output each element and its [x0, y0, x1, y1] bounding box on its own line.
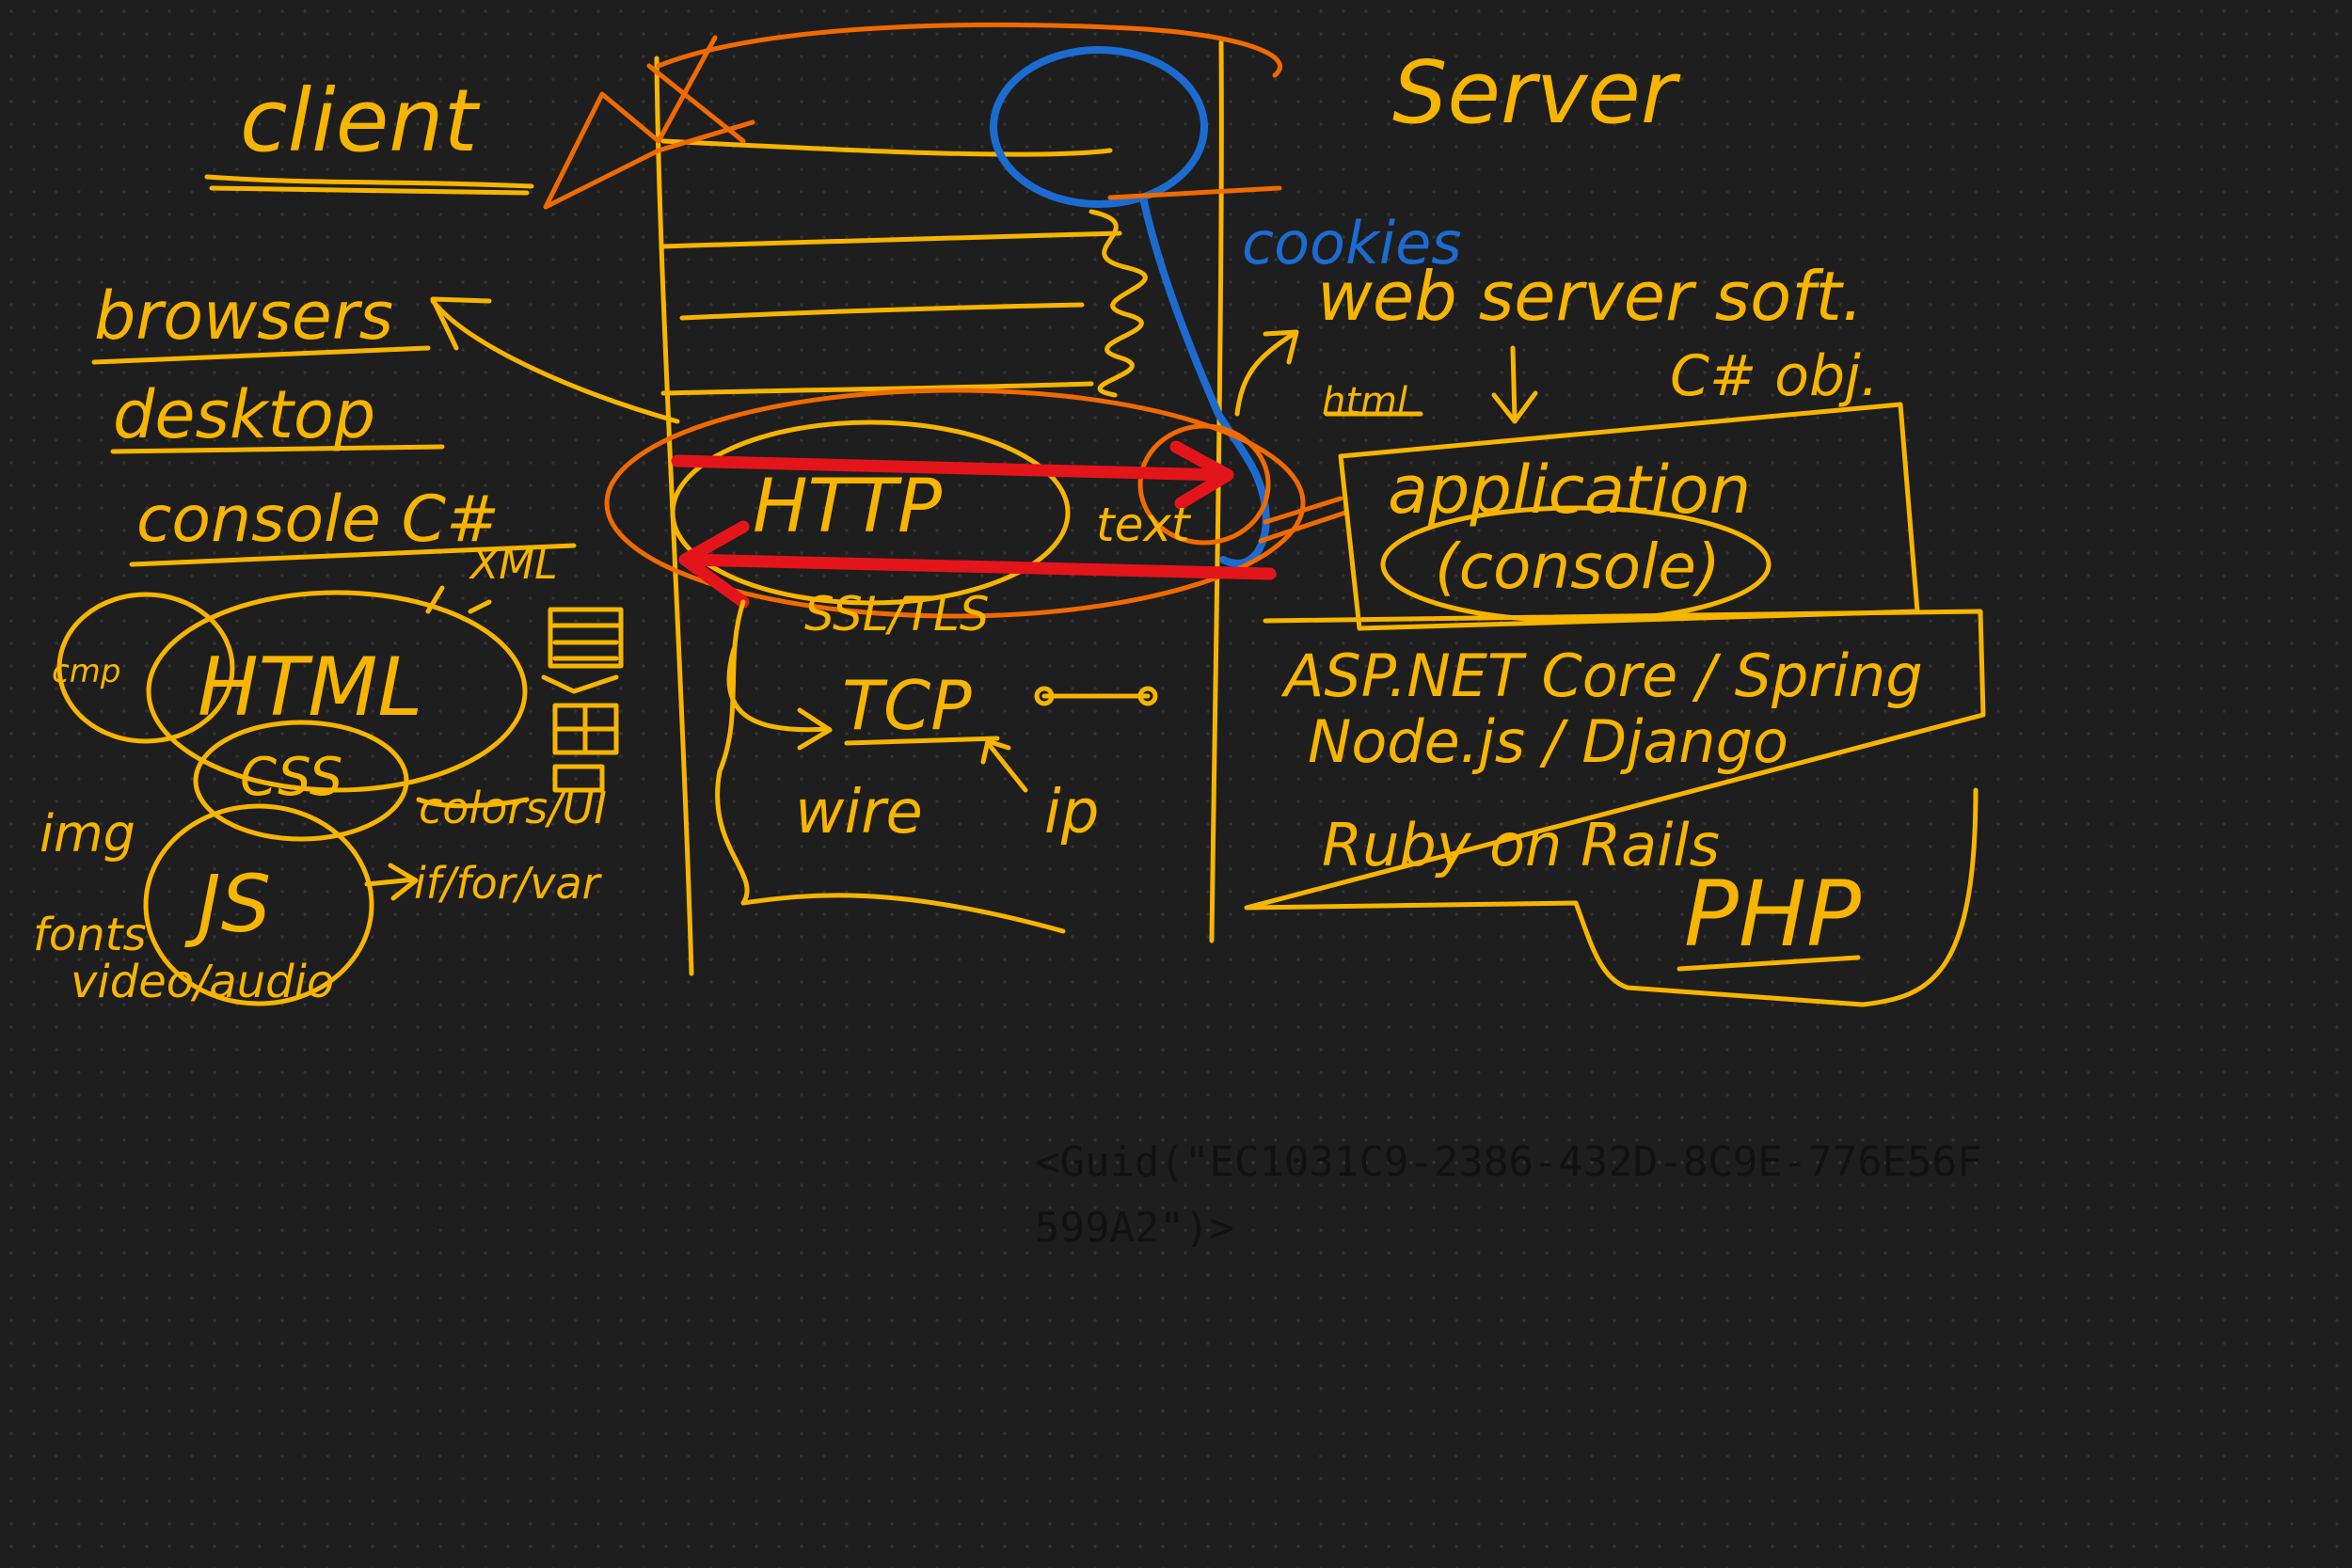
lower-stack-scribble [715, 599, 1066, 934]
js-label: JS [184, 858, 271, 950]
client-item-console: console C# [136, 483, 500, 557]
down-arrow [1491, 345, 1538, 424]
orange-wedge [543, 35, 755, 210]
client-item-desktop: desktop [113, 376, 375, 453]
html-note: html [1322, 380, 1407, 423]
css-label: CSS [240, 747, 342, 808]
wire-label: wire [795, 778, 923, 847]
web-server-arrow [1234, 329, 1299, 417]
application-label: application [1388, 451, 1751, 529]
media-video-audio: video/audio [71, 956, 334, 1008]
coil-scribble [1089, 209, 1148, 398]
browsers-arrow [430, 298, 680, 424]
whiteboard-canvas: client browsers desktop console C# XML c… [0, 0, 2352, 1568]
grid-doodle [552, 703, 619, 793]
console-label: (console) [1435, 531, 1721, 603]
php-label: PHP [1684, 862, 1861, 967]
xml-label: XML [469, 541, 558, 589]
cookies-circle [990, 46, 1208, 208]
server-title: Server [1392, 42, 1681, 143]
framework-ruby-on-rails: Ruby on Rails [1322, 811, 1720, 879]
tcp-label: TCP [842, 666, 972, 745]
web-server-label: web server soft. [1317, 257, 1864, 336]
html-label: HTML [198, 641, 422, 735]
client-item-browsers: browsers [94, 277, 393, 355]
media-img: img [40, 804, 135, 863]
js-pointer [364, 863, 419, 901]
framework-aspnet-spring: ASP.NET Core / Spring [1280, 641, 1923, 710]
ip-arrow [980, 738, 1028, 793]
guid-line-1: <Guid("EC1031C9-2386-432D-8C9E-776E56F [1035, 1138, 1982, 1186]
colors-label: colors/UI [419, 783, 607, 833]
cs-obj-label: C# obj. [1670, 343, 1879, 409]
ssl-label: SSL/TLS [804, 587, 990, 641]
cookies-tick [1107, 185, 1282, 200]
stack-line [660, 138, 1113, 157]
window-doodle-lines [541, 623, 624, 694]
logic-label: if/for/var [414, 858, 603, 909]
stack-line [660, 230, 1122, 249]
ip-connector [1034, 686, 1158, 706]
cmp-label: cmp [52, 653, 120, 690]
stack-line [679, 302, 1085, 321]
guid-line-2: 599A2")> [1035, 1204, 1234, 1252]
client-title: client [240, 71, 481, 171]
right-column-line [1209, 40, 1224, 943]
response-arrow [680, 553, 1277, 580]
text-label: text [1096, 498, 1192, 552]
diagram-ink: client browsers desktop console C# XML c… [33, 22, 1986, 1252]
ip-label: ip [1044, 778, 1099, 847]
orange-top-arc [656, 22, 1283, 78]
http-label: HTTP [753, 465, 942, 549]
media-fonts: fonts [33, 909, 147, 961]
client-underline [204, 174, 534, 196]
framework-node-django: Node.js / Django [1308, 707, 1788, 776]
